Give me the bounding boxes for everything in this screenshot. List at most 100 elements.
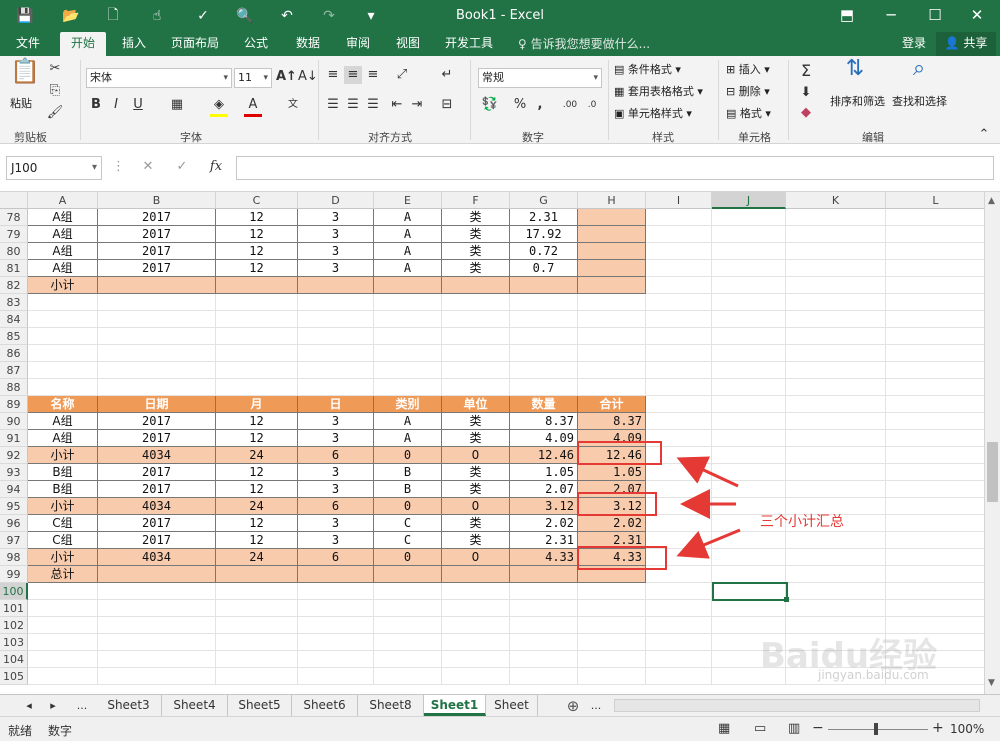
italic-icon[interactable]: I xyxy=(108,96,124,114)
cell-i89[interactable] xyxy=(646,396,712,413)
cell-l87[interactable] xyxy=(886,362,984,379)
increase-indent-icon[interactable]: ⇥ xyxy=(408,96,426,114)
conditional-formatting-button[interactable]: ▤ 条件格式 ▾ xyxy=(614,60,681,80)
cell-i87[interactable] xyxy=(646,362,712,379)
cell-i81[interactable] xyxy=(646,260,712,277)
cell-d104[interactable] xyxy=(298,651,374,668)
cell-d91[interactable]: 3 xyxy=(298,430,374,447)
cell-b93[interactable]: 2017 xyxy=(98,464,216,481)
row-header[interactable]: 93 xyxy=(0,464,28,481)
cell-a105[interactable] xyxy=(28,668,98,685)
wrap-text-icon[interactable]: ↵ xyxy=(438,66,456,84)
cell-f91[interactable]: 类 xyxy=(442,430,510,447)
underline-icon[interactable]: U xyxy=(130,96,146,114)
column-header-e[interactable]: E xyxy=(374,192,442,209)
cell-g95[interactable]: 3.12 xyxy=(510,498,578,515)
cell-a95[interactable]: 小计 xyxy=(28,498,98,515)
cell-l98[interactable] xyxy=(886,549,984,566)
cell-d93[interactable]: 3 xyxy=(298,464,374,481)
scroll-down-icon[interactable]: ▼ xyxy=(988,678,995,688)
cell-j91[interactable] xyxy=(712,430,786,447)
cell-d97[interactable]: 3 xyxy=(298,532,374,549)
cell-k85[interactable] xyxy=(786,328,886,345)
paste-icon[interactable]: 📋 xyxy=(10,59,40,92)
cell-b104[interactable] xyxy=(98,651,216,668)
copy-icon[interactable]: ⎘ xyxy=(46,82,64,100)
cell-f102[interactable] xyxy=(442,617,510,634)
spell-check-icon[interactable]: ✓ xyxy=(192,6,214,26)
cell-k84[interactable] xyxy=(786,311,886,328)
sheet-tab-sheet4[interactable]: Sheet4 xyxy=(162,695,228,716)
clear-icon[interactable]: ◆ xyxy=(796,104,816,122)
cell-h103[interactable] xyxy=(578,634,646,651)
tab-file[interactable]: 文件 xyxy=(6,32,50,56)
cell-c96[interactable]: 12 xyxy=(216,515,298,532)
zoom-level[interactable]: 100% xyxy=(950,722,984,736)
cell-a82[interactable]: 小计 xyxy=(28,277,98,294)
normal-view-icon[interactable]: ▦ xyxy=(718,721,730,736)
cell-d80[interactable]: 3 xyxy=(298,243,374,260)
cell-a102[interactable] xyxy=(28,617,98,634)
undo-icon[interactable]: ↶ xyxy=(276,6,298,26)
cell-c99[interactable] xyxy=(216,566,298,583)
row-header[interactable]: 97 xyxy=(0,532,28,549)
cell-g88[interactable] xyxy=(510,379,578,396)
cell-a98[interactable]: 小计 xyxy=(28,549,98,566)
cell-a101[interactable] xyxy=(28,600,98,617)
cell-a83[interactable] xyxy=(28,294,98,311)
cell-b82[interactable] xyxy=(98,277,216,294)
cell-g83[interactable] xyxy=(510,294,578,311)
cell-l83[interactable] xyxy=(886,294,984,311)
cell-b89[interactable]: 日期 xyxy=(98,396,216,413)
row-header[interactable]: 102 xyxy=(0,617,28,634)
cell-l79[interactable] xyxy=(886,226,984,243)
horizontal-scrollbar[interactable] xyxy=(614,699,980,712)
cell-a100[interactable] xyxy=(28,583,98,600)
cell-h80[interactable] xyxy=(578,243,646,260)
cell-d82[interactable] xyxy=(298,277,374,294)
cell-h105[interactable] xyxy=(578,668,646,685)
cell-d78[interactable]: 3 xyxy=(298,209,374,226)
cell-d84[interactable] xyxy=(298,311,374,328)
cell-h104[interactable] xyxy=(578,651,646,668)
cell-g87[interactable] xyxy=(510,362,578,379)
decrease-indent-icon[interactable]: ⇤ xyxy=(388,96,406,114)
cell-c102[interactable] xyxy=(216,617,298,634)
cell-g94[interactable]: 2.07 xyxy=(510,481,578,498)
tell-me-input[interactable]: ♀ 告诉我您想要做什么... xyxy=(518,35,650,52)
cell-k93[interactable] xyxy=(786,464,886,481)
cell-c89[interactable]: 月 xyxy=(216,396,298,413)
cell-d99[interactable] xyxy=(298,566,374,583)
cell-f93[interactable]: 类 xyxy=(442,464,510,481)
cell-g98[interactable]: 4.33 xyxy=(510,549,578,566)
cell-e101[interactable] xyxy=(374,600,442,617)
row-header[interactable]: 79 xyxy=(0,226,28,243)
cell-j101[interactable] xyxy=(712,600,786,617)
cell-d101[interactable] xyxy=(298,600,374,617)
cell-d105[interactable] xyxy=(298,668,374,685)
formula-input[interactable] xyxy=(236,156,994,180)
close-button[interactable]: ✕ xyxy=(962,4,992,26)
cell-h101[interactable] xyxy=(578,600,646,617)
cell-c91[interactable]: 12 xyxy=(216,430,298,447)
cell-f92[interactable]: 0 xyxy=(442,447,510,464)
cell-h84[interactable] xyxy=(578,311,646,328)
cell-c105[interactable] xyxy=(216,668,298,685)
cell-e99[interactable] xyxy=(374,566,442,583)
cell-d90[interactable]: 3 xyxy=(298,413,374,430)
cell-e87[interactable] xyxy=(374,362,442,379)
font-color-icon[interactable]: A xyxy=(244,96,262,117)
cell-b88[interactable] xyxy=(98,379,216,396)
maximize-button[interactable]: ☐ xyxy=(920,4,950,26)
cell-f105[interactable] xyxy=(442,668,510,685)
orientation-icon[interactable]: ⤢ xyxy=(392,66,412,84)
format-as-table-button[interactable]: ▦ 套用表格格式 ▾ xyxy=(614,82,703,102)
cell-i90[interactable] xyxy=(646,413,712,430)
format-painter-icon[interactable]: 🖌 xyxy=(46,104,64,122)
cell-d85[interactable] xyxy=(298,328,374,345)
page-break-view-icon[interactable]: ▥ xyxy=(788,721,800,736)
tab-insert[interactable]: 插入 xyxy=(112,32,156,56)
cell-j80[interactable] xyxy=(712,243,786,260)
cell-b87[interactable] xyxy=(98,362,216,379)
cell-b80[interactable]: 2017 xyxy=(98,243,216,260)
